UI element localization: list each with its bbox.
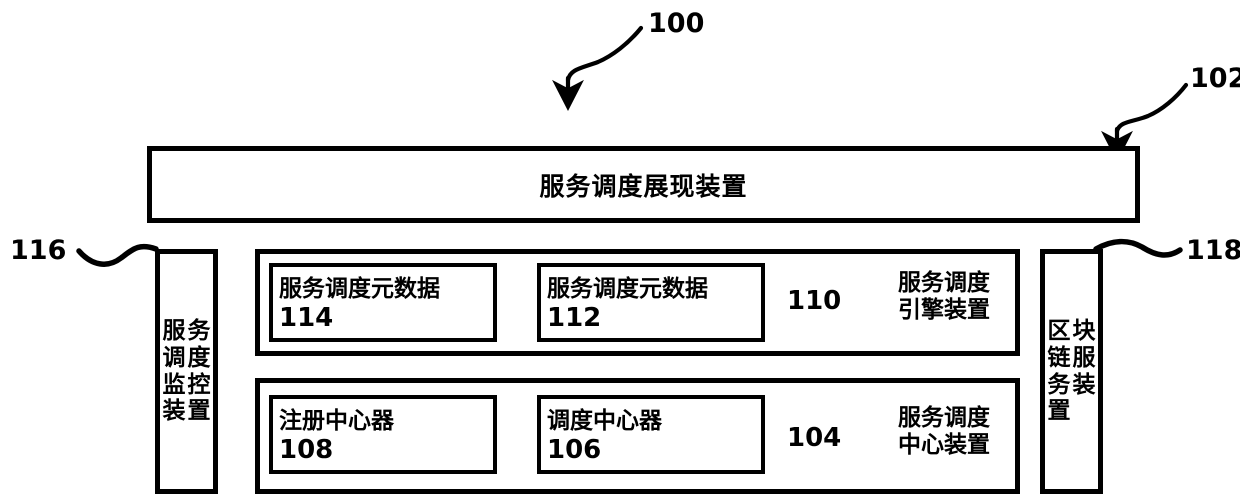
monitor-char-6: 控 xyxy=(187,371,211,398)
service-engine-device-box[interactable]: 服务调度元数据 114 服务调度元数据 112 110 服务调度 引擎装置 xyxy=(255,249,1020,356)
dispatch-center-106-label: 调度中心器 xyxy=(547,408,662,434)
service-center-device-box[interactable]: 注册中心器 108 调度中心器 106 104 服务调度 中心装置 xyxy=(255,378,1020,494)
leader-line-116 xyxy=(76,243,159,267)
blockchain-char-4: 服 xyxy=(1072,344,1096,371)
service-engine-device-label-line2: 引擎装置 xyxy=(898,297,990,324)
dispatch-center-106-box[interactable]: 调度中心器 106 xyxy=(537,395,765,474)
blockchain-char-3: 链 xyxy=(1047,344,1071,371)
service-engine-device-label: 服务调度 引擎装置 xyxy=(880,270,1008,324)
blockchain-char-7: 置 xyxy=(1047,398,1071,425)
reference-numeral-116: 116 xyxy=(10,235,67,266)
blockchain-service-device-box[interactable]: 块 服 装 区 链 务 置 xyxy=(1040,249,1103,494)
service-display-device-box[interactable]: 服务调度展现装置 xyxy=(147,146,1140,223)
registry-center-108-label: 注册中心器 xyxy=(279,408,394,434)
monitor-char-8: 置 xyxy=(187,398,211,425)
blockchain-char-5: 务 xyxy=(1047,371,1071,398)
leader-line-100 xyxy=(565,25,644,83)
reference-numeral-100: 100 xyxy=(648,8,705,39)
blockchain-char-1: 区 xyxy=(1047,318,1071,345)
blockchain-char-2: 块 xyxy=(1072,318,1096,345)
blockchain-char-6: 装 xyxy=(1072,371,1096,398)
service-metadata-114-label: 服务调度元数据 xyxy=(279,276,440,302)
service-metadata-114-reference: 114 xyxy=(279,303,334,333)
registry-center-108-box[interactable]: 注册中心器 108 xyxy=(269,395,497,474)
reference-numeral-110: 110 xyxy=(787,286,842,316)
monitor-char-7: 装 xyxy=(162,398,186,425)
patent-figure-canvas: 100 102 116 118 服务调度展现装置 务 度 控 置 服 调 监 装 xyxy=(0,0,1240,502)
service-engine-device-label-line1: 服务调度 xyxy=(898,270,990,296)
dispatch-center-106-reference: 106 xyxy=(547,435,602,465)
service-monitor-device-box[interactable]: 务 度 控 置 服 调 监 装 xyxy=(155,249,218,494)
service-metadata-112-reference: 112 xyxy=(547,303,602,333)
monitor-char-5: 监 xyxy=(162,371,186,398)
reference-numeral-118: 118 xyxy=(1186,235,1240,266)
service-metadata-112-box[interactable]: 服务调度元数据 112 xyxy=(537,263,765,342)
service-center-device-label: 服务调度 中心装置 xyxy=(880,405,1008,459)
monitor-char-2: 务 xyxy=(187,318,211,345)
reference-numeral-104: 104 xyxy=(787,423,842,453)
service-center-device-label-line2: 中心装置 xyxy=(898,432,990,459)
service-monitor-device-label: 务 度 控 置 服 调 监 装 xyxy=(163,318,211,425)
service-display-device-label: 服务调度展现装置 xyxy=(539,171,748,201)
blockchain-service-device-label: 块 服 装 区 链 务 置 xyxy=(1048,318,1096,425)
registry-center-108-reference: 108 xyxy=(279,435,334,465)
monitor-char-3: 调 xyxy=(162,344,186,371)
monitor-char-4: 度 xyxy=(187,344,211,371)
service-center-device-label-line1: 服务调度 xyxy=(898,405,990,431)
service-metadata-112-label: 服务调度元数据 xyxy=(547,276,708,302)
service-metadata-114-box[interactable]: 服务调度元数据 114 xyxy=(269,263,497,342)
reference-numeral-102: 102 xyxy=(1190,63,1240,94)
monitor-char-1: 服 xyxy=(162,318,186,345)
leader-line-118 xyxy=(1093,238,1183,258)
leader-line-102 xyxy=(1114,82,1189,134)
